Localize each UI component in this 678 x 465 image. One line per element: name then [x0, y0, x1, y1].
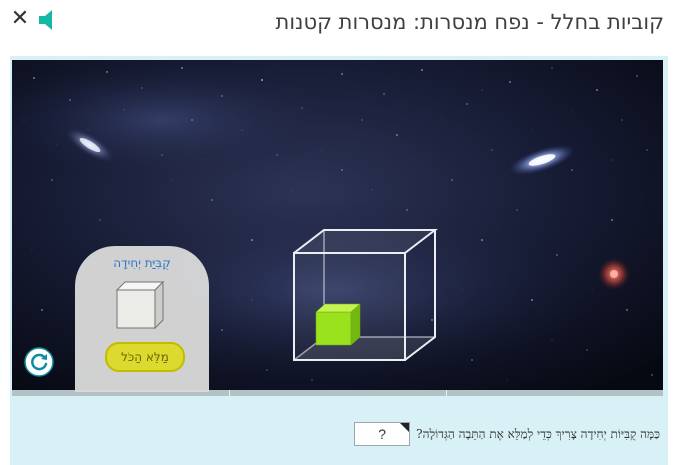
unit-cube-panel: קֻבִּיַּת יְחִידָה מַלֵּא הַכֹּל: [75, 246, 209, 392]
fill-all-button[interactable]: מַלֵּא הַכֹּל: [105, 342, 185, 372]
unit-cube[interactable]: [115, 280, 167, 332]
answer-input[interactable]: ?: [354, 422, 411, 446]
activity-frame: קֻבִּיַּת יְחִידָה מַלֵּא הַכֹּל כַּמָּה…: [10, 56, 668, 465]
page-title: קוביות בחלל - נפח מנסרות: מנסרות קטנות: [275, 10, 664, 34]
question-row: כַּמָּה קֻבִּיּוֹת יְחִידָה צָרִיךְ כְּד…: [354, 420, 660, 448]
small-green-cube[interactable]: [315, 303, 361, 346]
answer-placeholder: ?: [378, 426, 387, 442]
corner-marker-icon: [400, 423, 410, 432]
question-text: כַּמָּה קֻבִּיּוֹת יְחִידָה צָרִיךְ כְּד…: [416, 426, 660, 441]
app-window: ✕ קוביות בחלל - נפח מנסרות: מנסרות קטנות: [0, 0, 678, 465]
header: ✕ קוביות בחלל - נפח מנסרות: מנסרות קטנות: [0, 0, 678, 56]
refresh-icon[interactable]: [24, 347, 54, 377]
speaker-icon[interactable]: [36, 8, 60, 32]
unit-cube-title: קֻבִּיַּת יְחִידָה: [113, 256, 171, 270]
close-icon[interactable]: ✕: [9, 8, 31, 30]
